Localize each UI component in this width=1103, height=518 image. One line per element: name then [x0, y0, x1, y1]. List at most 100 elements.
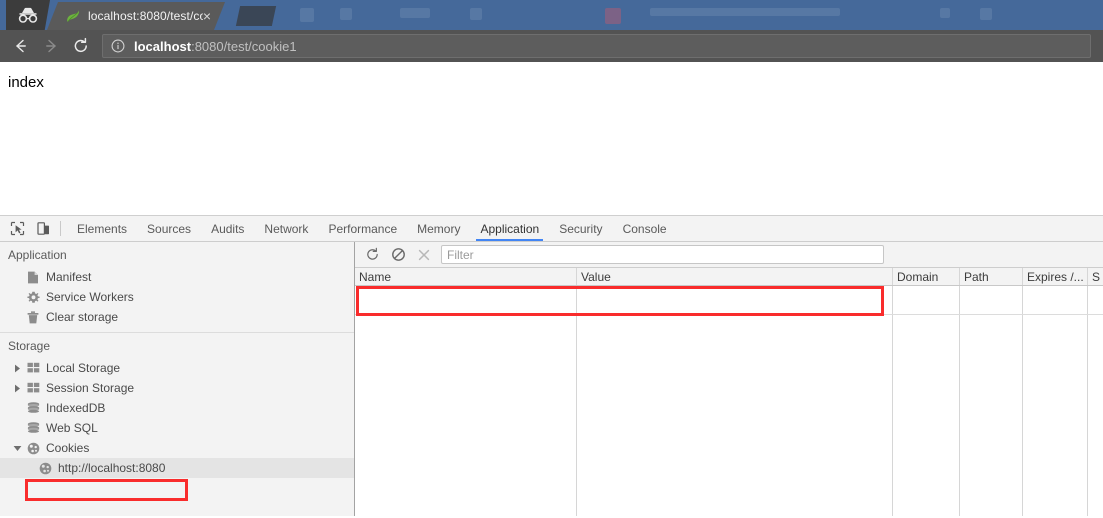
sidebar-item-service-workers[interactable]: Service Workers [0, 287, 354, 307]
reload-button[interactable] [66, 32, 96, 60]
database-icon [26, 421, 40, 435]
sidebar-item-manifest[interactable]: Manifest [0, 267, 354, 287]
back-arrow-icon [16, 39, 26, 53]
reload-icon [74, 37, 87, 53]
browser-toolbar: localhost:8080/test/cookie1 [0, 30, 1103, 62]
devtools-tabbar: Elements Sources Audits Network Performa… [0, 216, 1103, 242]
titlebar-deco-1 [300, 8, 314, 22]
cookie-filter-input[interactable] [441, 245, 884, 264]
table-column-expires [1023, 286, 1088, 516]
devtools-body: Application Manifest Service Workers Cle… [0, 242, 1103, 516]
column-header-expires[interactable]: Expires /... [1023, 268, 1088, 285]
sidebar-item-web-sql[interactable]: Web SQL [0, 418, 354, 438]
tab-label: Elements [77, 221, 128, 236]
sidebar-section-application: Application [8, 248, 67, 262]
chevron-down-icon[interactable] [12, 445, 22, 452]
tab-label: Audits [211, 221, 245, 236]
page-body-text: index [8, 74, 44, 91]
delete-selected-cookie-button[interactable] [411, 244, 437, 266]
sidebar-item-label: Web SQL [46, 421, 98, 435]
table-column-path [960, 286, 1023, 516]
cookies-panel: Name Value Domain Path Expires /... S [355, 242, 1103, 516]
sidebar-item-indexeddb[interactable]: IndexedDB [0, 398, 354, 418]
tab-close-icon[interactable]: × [203, 9, 211, 23]
tab-application[interactable]: Application [470, 216, 549, 241]
titlebar-deco-4 [470, 8, 482, 20]
sidebar-item-session-storage[interactable]: Session Storage [0, 378, 354, 398]
tab-security[interactable]: Security [549, 216, 612, 241]
tab-elements[interactable]: Elements [67, 216, 137, 241]
table-column-name [355, 286, 577, 516]
browser-titlebar: localhost:8080/test/coo × [0, 0, 1103, 30]
forward-arrow-icon [46, 39, 56, 53]
titlebar-deco-3 [400, 8, 430, 18]
inspect-element-button[interactable] [4, 216, 30, 241]
sidebar-item-label: Local Storage [46, 361, 121, 375]
sidebar-section-storage: Storage [8, 339, 51, 353]
devtools-panel: Elements Sources Audits Network Performa… [0, 216, 1103, 516]
spring-leaf-favicon [65, 8, 81, 24]
document-icon [26, 270, 40, 284]
cookies-table-body[interactable] [355, 286, 1103, 516]
chevron-right-icon[interactable] [12, 384, 22, 393]
column-header-value[interactable]: Value [577, 268, 893, 285]
titlebar-deco-8 [980, 8, 992, 20]
info-circle-icon[interactable] [111, 39, 127, 53]
sidebar-item-label: http://localhost:8080 [58, 461, 166, 475]
sidebar-item-clear-storage[interactable]: Clear storage [0, 307, 354, 327]
sidebar-item-label: Cookies [46, 441, 90, 455]
clear-all-icon [391, 248, 405, 261]
inspect-element-icon [10, 221, 24, 236]
sidebar-item-label: IndexedDB [46, 401, 106, 415]
device-toolbar-button[interactable] [30, 216, 56, 241]
trash-icon [26, 310, 40, 324]
sidebar-item-label: Manifest [46, 270, 92, 284]
back-button[interactable] [6, 32, 36, 60]
table-row[interactable] [355, 314, 1103, 315]
tab-title: localhost:8080/test/coo [88, 9, 203, 23]
incognito-indicator [6, 0, 50, 30]
sidebar-item-cookie-origin[interactable]: http://localhost:8080 [0, 458, 354, 478]
sidebar-item-label: Session Storage [46, 381, 135, 395]
database-icon [26, 401, 40, 415]
application-sidebar: Application Manifest Service Workers Cle… [0, 242, 355, 516]
tab-label: Performance [328, 221, 398, 236]
sidebar-item-local-storage[interactable]: Local Storage [0, 358, 354, 378]
tab-label: Security [559, 221, 603, 236]
table-column-domain [893, 286, 960, 516]
cookie-icon [26, 441, 40, 455]
browser-window: localhost:8080/test/coo × localhost:8080… [0, 0, 1103, 518]
device-toolbar-icon [36, 222, 49, 235]
column-header-size[interactable]: S [1088, 268, 1103, 285]
column-header-name[interactable]: Name [355, 268, 577, 285]
clear-all-cookies-button[interactable] [385, 244, 411, 266]
tab-network[interactable]: Network [254, 216, 318, 241]
page-viewport: index [0, 62, 1103, 216]
titlebar-deco-5 [605, 8, 621, 24]
tab-console[interactable]: Console [613, 216, 677, 241]
inactive-tab[interactable] [235, 6, 277, 26]
sidebar-item-cookies[interactable]: Cookies [0, 438, 354, 458]
refresh-icon [366, 247, 378, 260]
tab-sources[interactable]: Sources [137, 216, 201, 241]
tab-memory[interactable]: Memory [407, 216, 470, 241]
cookies-toolbar [355, 242, 1103, 268]
address-bar-path: :8080/test/cookie1 [191, 38, 297, 54]
tab-label: Memory [417, 221, 461, 236]
address-bar-host: localhost [134, 38, 192, 54]
incognito-icon [18, 7, 38, 23]
sidebar-item-label: Service Workers [46, 290, 134, 304]
browser-tab-active[interactable]: localhost:8080/test/coo × [47, 2, 225, 30]
tab-label: Console [622, 221, 667, 236]
titlebar-deco-7 [940, 8, 950, 18]
chevron-right-icon[interactable] [12, 364, 22, 373]
forward-button[interactable] [36, 32, 66, 60]
tab-audits[interactable]: Audits [201, 216, 254, 241]
gear-icon [26, 290, 40, 304]
address-bar-url: localhost:8080/test/cookie1 [134, 39, 297, 54]
tab-performance[interactable]: Performance [318, 216, 407, 241]
address-bar[interactable]: localhost:8080/test/cookie1 [102, 34, 1091, 58]
column-header-path[interactable]: Path [960, 268, 1023, 285]
refresh-cookies-button[interactable] [359, 244, 385, 266]
column-header-domain[interactable]: Domain [893, 268, 960, 285]
